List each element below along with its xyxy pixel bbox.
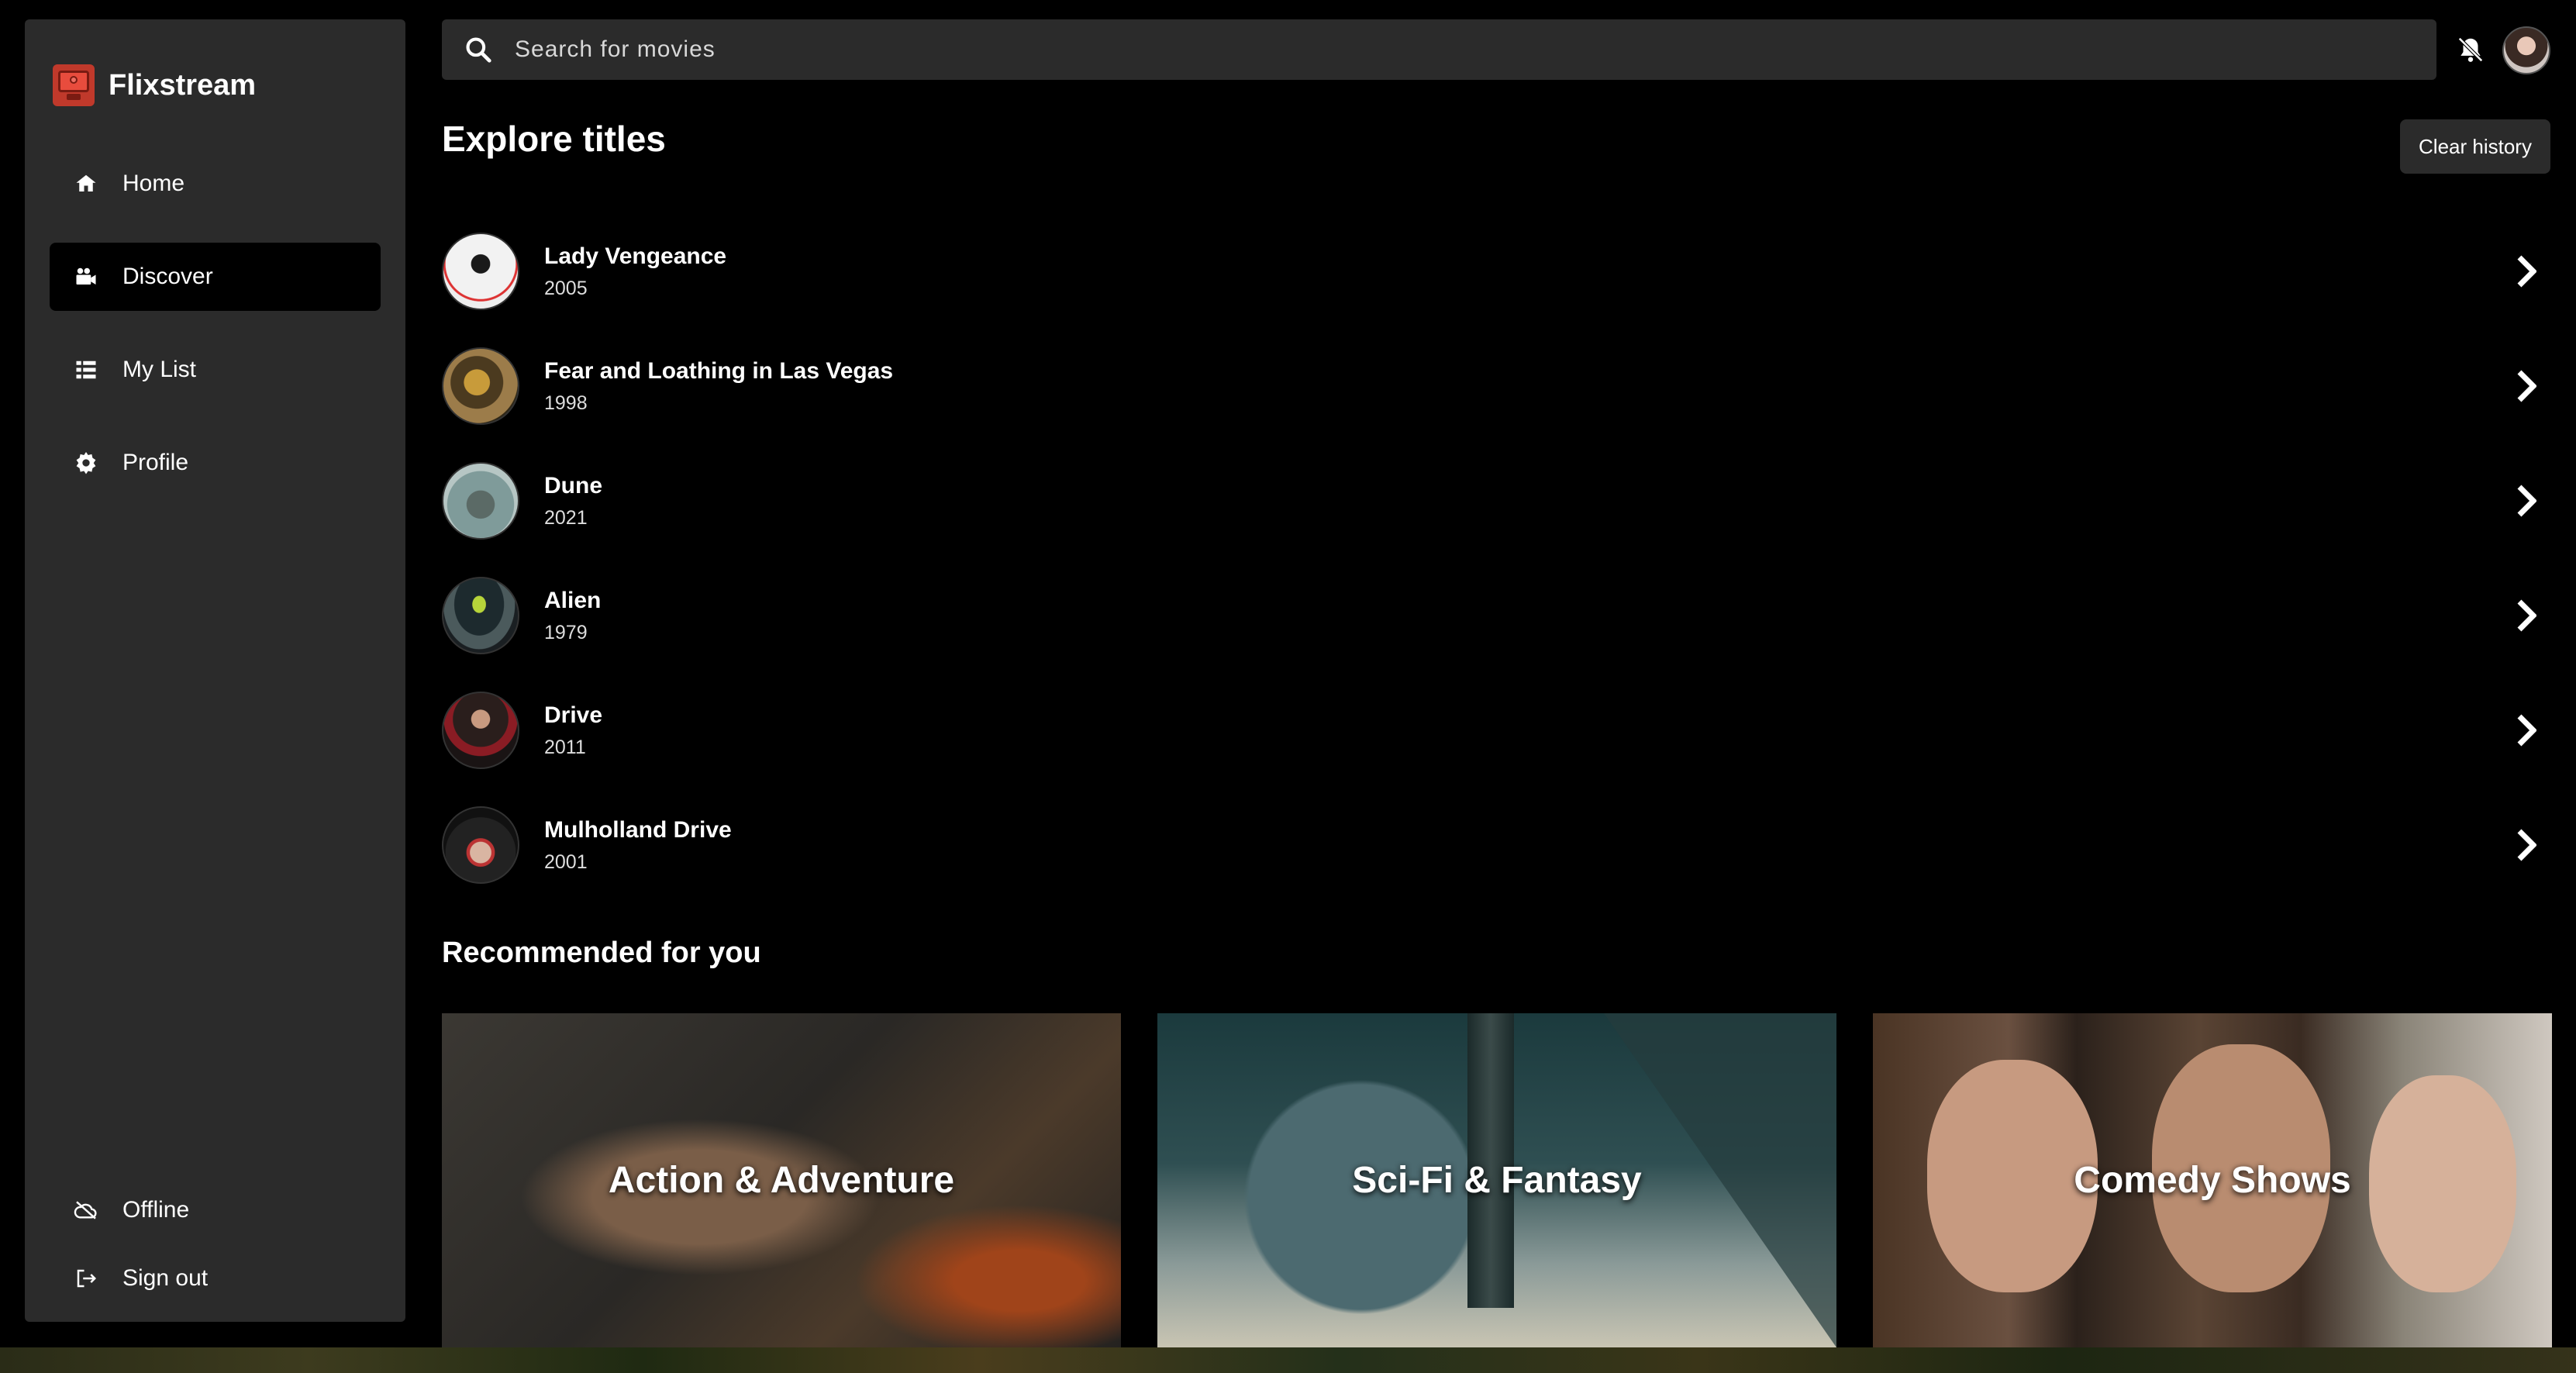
sidebar-item-label: Home [122, 171, 185, 196]
poster-thumbnail [442, 462, 519, 540]
title-name: Alien [544, 587, 602, 613]
title-name: Fear and Loathing in Las Vegas [544, 357, 894, 384]
app-window: Flixstream Home Discover My List Profile… [0, 0, 2576, 1373]
sidebar: Flixstream Home Discover My List Profile… [25, 19, 405, 1322]
chevron-right-icon [2515, 254, 2537, 288]
brand[interactable]: Flixstream [53, 64, 256, 106]
desktop-wallpaper [0, 1347, 2576, 1373]
sidebar-bottom: Offline Sign out [50, 1181, 381, 1317]
clear-history-button[interactable]: Clear history [2400, 119, 2550, 174]
title-year: 2001 [544, 850, 588, 873]
home-icon [73, 171, 99, 197]
section-title: Recommended for you [442, 937, 761, 969]
genre-card-action[interactable]: Action & Adventure [442, 1013, 1121, 1347]
sidebar-item-label: Sign out [122, 1265, 209, 1291]
title-year: 2011 [544, 736, 586, 758]
cloud-off-icon [73, 1197, 99, 1223]
app-name: Flixstream [109, 68, 257, 102]
list-item[interactable]: Drive 2011 [442, 673, 2552, 788]
avatar[interactable] [2502, 26, 2550, 74]
page-title: Explore titles [442, 119, 666, 159]
list-item[interactable]: Mulholland Drive 2001 [442, 788, 2552, 902]
title-year: 1998 [544, 392, 588, 414]
poster-thumbnail [442, 233, 519, 310]
list-item[interactable]: Dune 2021 [442, 443, 2552, 558]
title-name: Dune [544, 472, 602, 498]
title-name: Drive [544, 702, 603, 728]
recommended-cards: Action & Adventure Sci-Fi & Fantasy Come… [442, 1013, 2552, 1347]
title-year: 2005 [544, 277, 588, 299]
card-label: Comedy Shows [2074, 1160, 2351, 1201]
titles-list: Lady Vengeance 2005 Fear and Loathing in… [442, 214, 2552, 902]
sidebar-item-label: My List [122, 357, 197, 382]
chevron-right-icon [2515, 828, 2537, 862]
sidebar-item-label: Profile [122, 450, 189, 475]
search-icon [464, 35, 493, 64]
tv-icon [53, 64, 95, 106]
genre-card-comedy[interactable]: Comedy Shows [1873, 1013, 2552, 1347]
list-item[interactable]: Lady Vengeance 2005 [442, 214, 2552, 329]
sign-out-icon [73, 1265, 99, 1292]
chevron-right-icon [2515, 484, 2537, 518]
sidebar-item-home[interactable]: Home [50, 150, 381, 218]
chevron-right-icon [2515, 713, 2537, 747]
list-icon [73, 357, 99, 383]
poster-thumbnail [442, 806, 519, 884]
sidebar-item-discover[interactable]: Discover [50, 243, 381, 311]
gear-icon [73, 450, 99, 476]
sidebar-item-label: Offline [122, 1197, 190, 1223]
sidebar-nav: Home Discover My List Profile [50, 150, 381, 522]
genre-card-scifi[interactable]: Sci-Fi & Fantasy [1157, 1013, 1836, 1347]
title-name: Lady Vengeance [544, 243, 727, 269]
card-label: Sci-Fi & Fantasy [1352, 1160, 1642, 1201]
bell-off-icon[interactable] [2456, 34, 2485, 65]
chevron-right-icon [2515, 369, 2537, 403]
search-input[interactable] [515, 36, 2436, 63]
chevron-right-icon [2515, 599, 2537, 633]
title-year: 1979 [544, 621, 588, 643]
sidebar-item-my-list[interactable]: My List [50, 336, 381, 404]
list-item[interactable]: Fear and Loathing in Las Vegas 1998 [442, 329, 2552, 443]
poster-thumbnail [442, 577, 519, 654]
sidebar-item-label: Discover [122, 264, 213, 289]
title-name: Mulholland Drive [544, 816, 732, 843]
sidebar-item-sign-out[interactable]: Sign out [50, 1249, 381, 1308]
sidebar-item-offline[interactable]: Offline [50, 1181, 381, 1240]
search-bar[interactable] [442, 19, 2436, 80]
sidebar-item-profile[interactable]: Profile [50, 429, 381, 497]
poster-thumbnail [442, 692, 519, 769]
card-label: Action & Adventure [608, 1160, 955, 1201]
poster-thumbnail [442, 347, 519, 425]
title-year: 2021 [544, 506, 588, 529]
video-camera-icon [73, 264, 99, 290]
list-item[interactable]: Alien 1979 [442, 558, 2552, 673]
